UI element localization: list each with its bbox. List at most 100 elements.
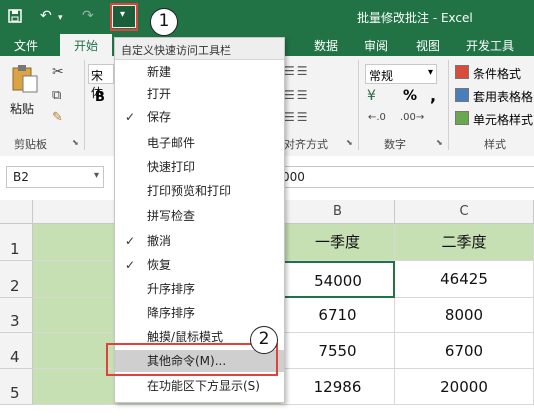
tab-review[interactable]: 审阅 [364,37,388,54]
indent-icons[interactable]: ☰☰ [284,110,310,124]
ribbon-divider [84,60,85,150]
cell-styles-label: 单元格样式 [473,113,534,127]
tab-view[interactable]: 视图 [416,37,440,54]
conditional-formatting-button[interactable]: 条件格式 [455,64,534,82]
clipboard-launcher-icon[interactable]: ⬊ [72,138,79,147]
cell-c5[interactable]: 20000 [395,369,534,405]
styles-group-label: 样式 [484,138,506,151]
menu-item-print-preview[interactable]: 打印预览和打印 [115,180,284,202]
increase-decimal-icon[interactable]: ←.0 [368,112,386,123]
cut-icon[interactable]: ✂ [52,64,64,80]
ribbon-divider [448,60,449,150]
format-as-table-button[interactable]: 套用表格格 [455,87,534,105]
ribbon-divider [358,60,359,150]
menu-item-label: 升序排序 [147,282,196,296]
row-header[interactable]: 3 [0,298,33,333]
cell-c2[interactable]: 46425 [395,261,534,298]
row-header[interactable]: 2 [0,261,33,298]
cell-b1[interactable]: 一季度 [281,224,395,261]
column-header-b[interactable]: B [281,200,395,224]
checkmark-icon: ✓ [125,234,136,248]
menu-item-show-below-ribbon[interactable]: 在功能区下方显示(S) [115,375,284,397]
menu-item-email[interactable]: 电子邮件 [115,132,284,154]
wrap-icons[interactable]: ☰☰ [284,88,310,102]
tab-data[interactable]: 数据 [314,37,338,54]
clipboard-group-label: 剪贴板 [14,138,47,151]
menu-item-undo[interactable]: ✓ 撤消 [115,230,284,252]
copy-icon[interactable]: ⧉ [52,88,61,103]
menu-item-label: 在功能区下方显示(S) [147,379,260,393]
bold-button[interactable]: B [95,90,105,105]
number-group-label: 数字 [384,138,406,151]
save-icon[interactable] [8,9,22,26]
cell-styles-icon [455,111,469,125]
menu-item-label: 降序排序 [147,306,196,320]
percent-button[interactable]: % [403,88,417,104]
cell-b3[interactable]: 6710 [281,298,395,333]
name-box-value: B2 [13,170,29,184]
paste-label: 粘贴 [10,102,35,116]
cell-b2[interactable]: 54000 [281,261,395,298]
menu-item-label: 打印预览和打印 [147,184,232,198]
cell-c1[interactable]: 二季度 [395,224,534,261]
chevron-down-icon: ▾ [93,170,99,181]
tab-developer[interactable]: 开发工具 [466,37,514,54]
menu-item-open[interactable]: 打开 [115,83,284,105]
formula-input[interactable]: 000 [270,166,534,188]
conditional-formatting-icon [455,65,469,79]
number-format-box[interactable]: 常规 ▾ [365,64,437,84]
table-icon [455,88,469,102]
undo-dropdown-icon[interactable]: ▾ [58,11,63,25]
format-painter-icon[interactable]: ✎ [52,110,63,125]
column-header-c[interactable]: C [395,200,534,224]
row-header[interactable]: 1 [0,224,33,261]
row-header[interactable]: 4 [0,333,33,369]
number-launcher-icon[interactable]: ⬊ [436,138,443,147]
cell-styles-button[interactable]: 单元格样式 [455,110,534,128]
align-icons[interactable]: ☰☰ [284,64,310,78]
menu-item-label: 恢复 [147,258,172,272]
title-bar: ↶ ▾ ↷ ▾ 批量修改批注 - Excel [0,0,534,33]
step-badge-2: 2 [250,326,278,354]
tab-home[interactable]: 开始 [60,34,112,56]
name-box[interactable]: B2 ▾ [6,166,104,188]
decrease-decimal-icon[interactable]: .00→ [400,112,424,123]
paste-button[interactable]: 粘贴 [8,64,42,120]
menu-item-sort-descending[interactable]: 降序排序 [115,302,284,324]
alignment-group-label: 对齐方式 [284,138,328,151]
formula-value: 000 [282,170,305,184]
menu-item-label: 拼写检查 [147,209,196,223]
menu-item-label: 新建 [147,65,172,79]
highlight-customize-qat [110,3,138,31]
cell-c3[interactable]: 8000 [395,298,534,333]
alignment-launcher-icon[interactable]: ⬊ [346,138,353,147]
menu-item-redo[interactable]: ✓ 恢复 [115,254,284,276]
menu-header: 自定义快速访问工具栏 [115,38,284,60]
menu-item-label: 触摸/鼠标模式 [147,330,224,344]
menu-item-spell-check[interactable]: 拼写检查 [115,205,284,227]
menu-item-label: 保存 [147,110,172,124]
undo-icon[interactable]: ↶ [40,9,52,23]
menu-item-label: 快速打印 [147,160,196,174]
menu-item-save[interactable]: ✓ 保存 [115,106,284,128]
font-name-box[interactable]: 宋体 [88,64,114,100]
currency-button[interactable]: ¥ [367,88,376,104]
tab-file[interactable]: 文件 [14,37,38,54]
menu-item-quick-print[interactable]: 快速打印 [115,156,284,178]
cell-c4[interactable]: 6700 [395,333,534,369]
row-header[interactable]: 5 [0,369,33,405]
window-title: 批量修改批注 - Excel [357,11,473,25]
select-all-corner[interactable] [0,200,33,224]
checkmark-icon: ✓ [125,110,136,124]
paste-icon [12,65,38,93]
menu-item-sort-ascending[interactable]: 升序排序 [115,278,284,300]
comma-button[interactable]: , [430,86,436,105]
cell-b4[interactable]: 7550 [281,333,395,369]
tab-home-label: 开始 [74,39,99,53]
menu-item-label: 打开 [147,87,172,101]
menu-item-new[interactable]: 新建 [115,61,284,83]
menu-item-label: 撤消 [147,234,172,248]
cell-b5[interactable]: 12986 [281,369,395,405]
chevron-down-icon: ▾ [427,67,433,78]
redo-icon[interactable]: ↷ [82,9,94,23]
